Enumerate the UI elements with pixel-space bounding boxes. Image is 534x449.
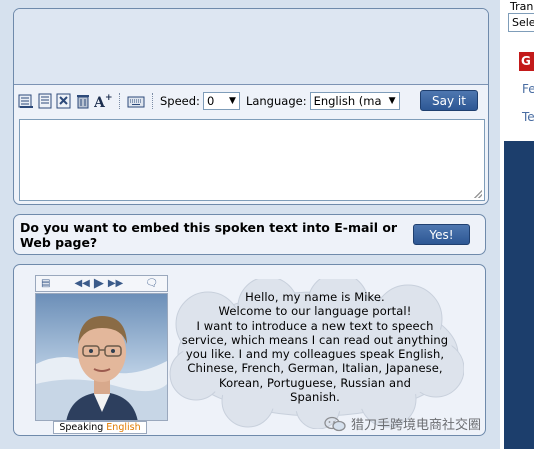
speech-line: I want to introduce a new text to speech	[196, 318, 434, 333]
font-size-icon[interactable]: A +	[94, 93, 112, 109]
notepad-icon[interactable]	[37, 93, 53, 109]
avatar-image	[35, 293, 168, 421]
excel-icon[interactable]	[56, 93, 72, 109]
translate-select[interactable]: Sele	[508, 13, 534, 32]
chevron-down-icon: ▼	[388, 96, 396, 106]
speaking-label: Speaking	[59, 422, 104, 433]
speech-text: Hello, my name is Mike. Welcome to our la…	[176, 290, 454, 404]
menu-icon[interactable]: ▤	[41, 278, 50, 289]
speech-line: Korean, Portuguese, Russian and	[219, 375, 411, 390]
header-area	[14, 9, 488, 85]
speed-select[interactable]: 0 ▼	[202, 92, 240, 110]
sidebar-dark-panel	[504, 141, 534, 449]
speech-line: Chinese, French, German, Italian, Japane…	[187, 361, 443, 376]
embed-panel: Do you want to embed this spoken text in…	[13, 214, 486, 255]
speech-bubble-icon[interactable]: 🗨	[145, 278, 158, 289]
toolbar: A + Speed: 0 ▼ Language: English (ma ▼	[18, 89, 484, 113]
document-icon[interactable]	[18, 93, 34, 109]
speed-label: Speed:	[160, 94, 200, 108]
watermark: 猎刀手跨境电商社交圈	[324, 414, 481, 433]
speech-line: service, which means I can read out anyt…	[181, 332, 449, 347]
language-value: English (ma	[313, 94, 382, 108]
avatar-player: ▤ ◀◀ ▶ ▶▶ 🗨 Speaking English	[35, 275, 168, 436]
language-label: Language:	[245, 94, 307, 108]
trash-icon[interactable]	[75, 93, 91, 109]
tts-panel: A + Speed: 0 ▼ Language: English (ma ▼ S…	[13, 8, 489, 205]
translate-label: Tran	[510, 0, 534, 13]
text-input[interactable]	[19, 119, 485, 201]
speed-value: 0	[206, 94, 215, 108]
chevron-down-icon: ▼	[229, 96, 236, 106]
player-controls: ▤ ◀◀ ▶ ▶▶ 🗨	[35, 275, 168, 292]
keyboard-icon[interactable]	[127, 93, 145, 109]
speech-line: Hello, my name is Mike.	[245, 290, 385, 304]
speech-line: Spanish.	[290, 390, 340, 405]
language-select[interactable]: English (ma ▼	[309, 92, 400, 110]
resize-handle[interactable]	[474, 190, 482, 198]
wechat-icon	[324, 416, 346, 431]
toolbar-separator	[119, 93, 121, 109]
svg-text:+: +	[105, 93, 112, 103]
sidebar-link-1[interactable]: Fe	[522, 82, 534, 96]
speech-line: Welcome to our language portal!	[218, 304, 412, 319]
speech-line: you like. I and my colleagues speak Engl…	[185, 347, 445, 362]
right-sidebar: Tran Sele G Fe Te	[500, 0, 534, 449]
say-it-button[interactable]: Say it	[420, 90, 478, 111]
avatar-panel: ▤ ◀◀ ▶ ▶▶ 🗨 Speaking English Hello, my n…	[13, 264, 486, 436]
play-icon[interactable]: ▶	[94, 277, 104, 290]
rewind-icon[interactable]: ◀◀	[74, 278, 89, 289]
toolbar-separator	[152, 93, 154, 109]
speaking-language: English	[106, 422, 141, 433]
fast-forward-icon[interactable]: ▶▶	[108, 278, 123, 289]
embed-question: Do you want to embed this spoken text in…	[20, 220, 398, 250]
watermark-text: 猎刀手跨境电商社交圈	[351, 418, 482, 433]
google-translate-badge: G	[519, 52, 534, 71]
sidebar-link-2[interactable]: Te	[522, 110, 534, 124]
yes-button[interactable]: Yes!	[413, 224, 470, 245]
speaking-status: Speaking English	[53, 421, 147, 434]
